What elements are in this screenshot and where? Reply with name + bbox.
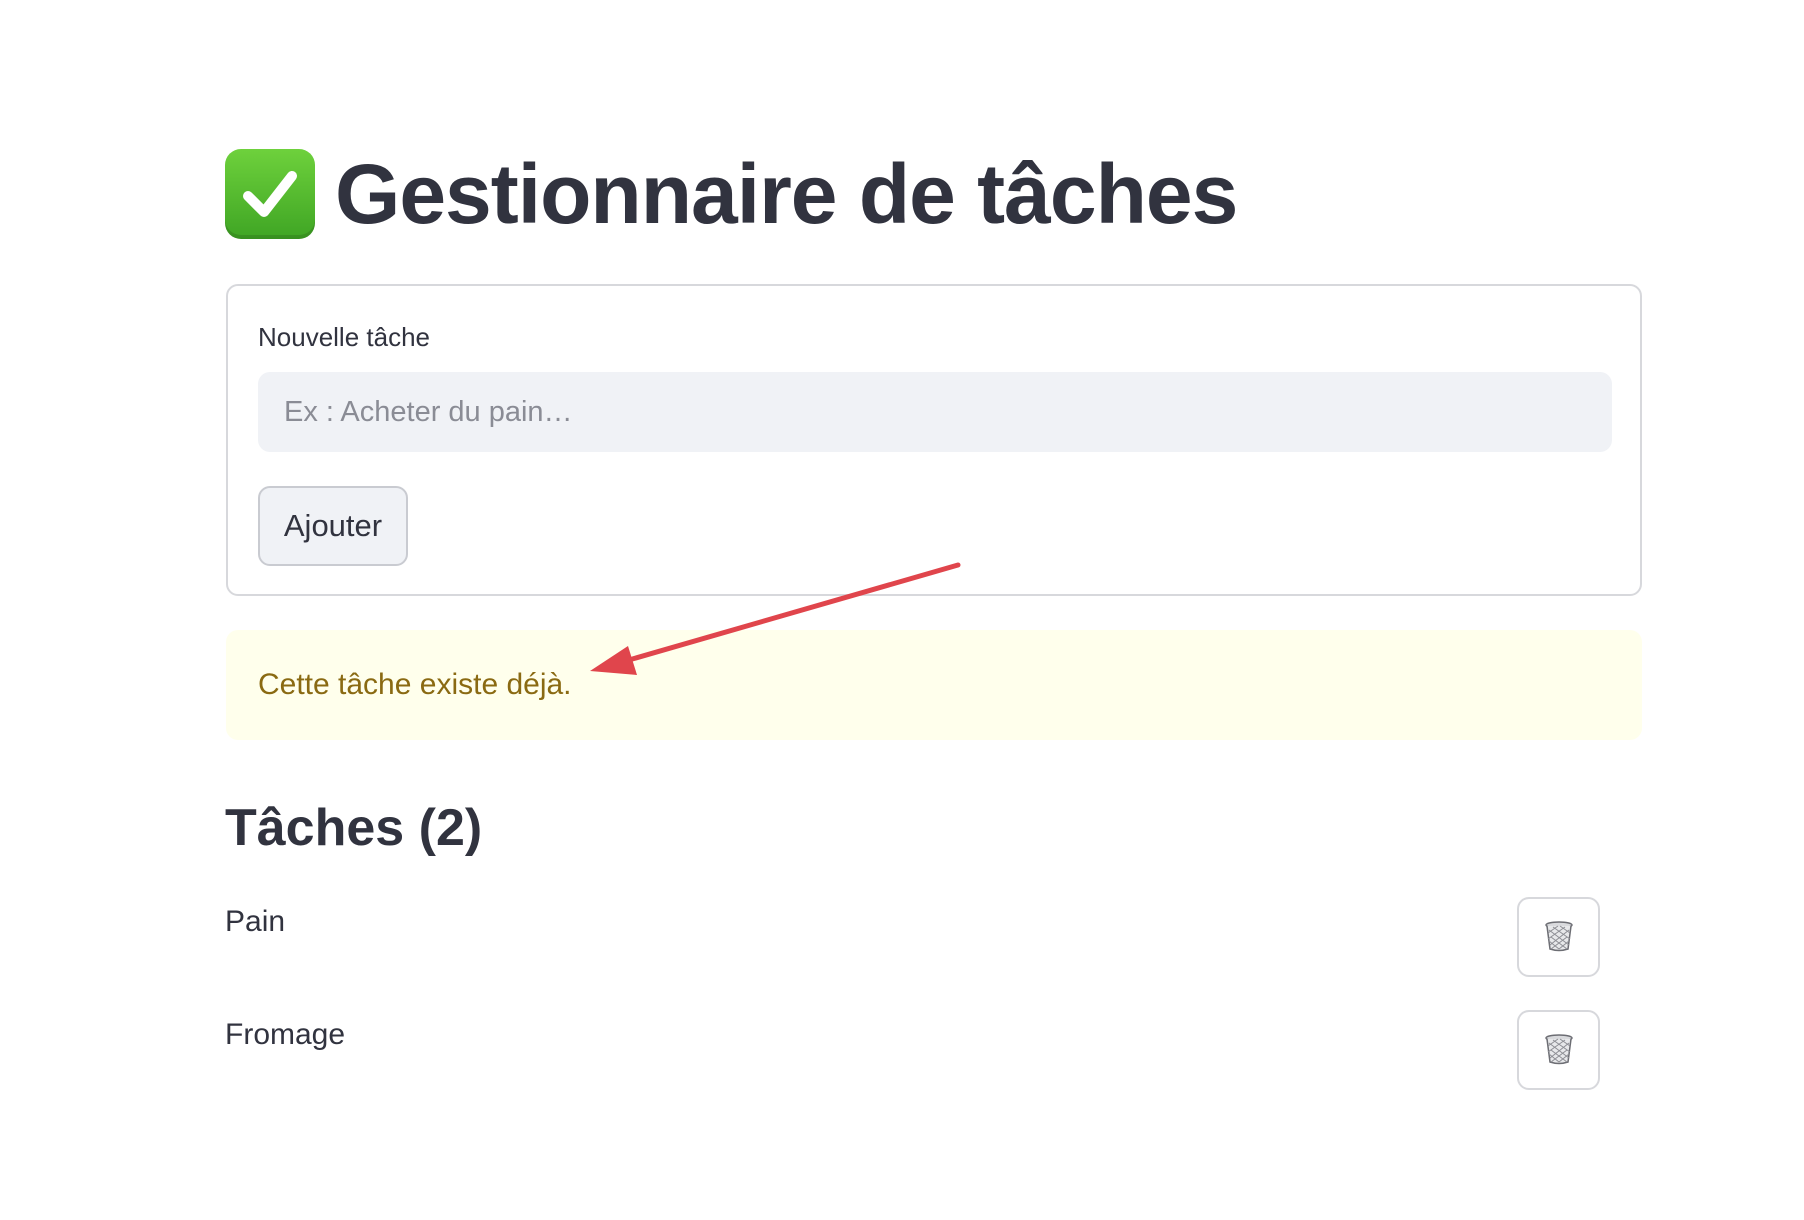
title-row: Gestionnaire de tâches (225, 147, 1238, 241)
warning-message: Cette tâche existe déjà. (258, 668, 572, 701)
new-task-input[interactable] (258, 372, 1612, 452)
trash-icon (1542, 919, 1576, 956)
new-task-label: Nouvelle tâche (258, 322, 430, 352)
task-row: Fromage (225, 1010, 1600, 1090)
check-mark-icon (225, 149, 315, 239)
app-page: Gestionnaire de tâches Nouvelle tâche Aj… (0, 0, 1804, 1220)
add-task-form: Nouvelle tâche Ajouter (226, 284, 1642, 596)
tasks-heading: Tâches (2) (225, 799, 483, 857)
task-row: Pain (225, 897, 1600, 977)
task-name: Fromage (225, 1018, 346, 1051)
trash-icon (1542, 1032, 1576, 1069)
delete-task-button[interactable] (1517, 1010, 1600, 1090)
add-button[interactable]: Ajouter (258, 486, 408, 566)
delete-task-button[interactable] (1517, 897, 1600, 977)
warning-alert: Cette tâche existe déjà. (226, 630, 1642, 740)
task-name: Pain (225, 905, 286, 938)
page-title: Gestionnaire de tâches (335, 147, 1238, 241)
